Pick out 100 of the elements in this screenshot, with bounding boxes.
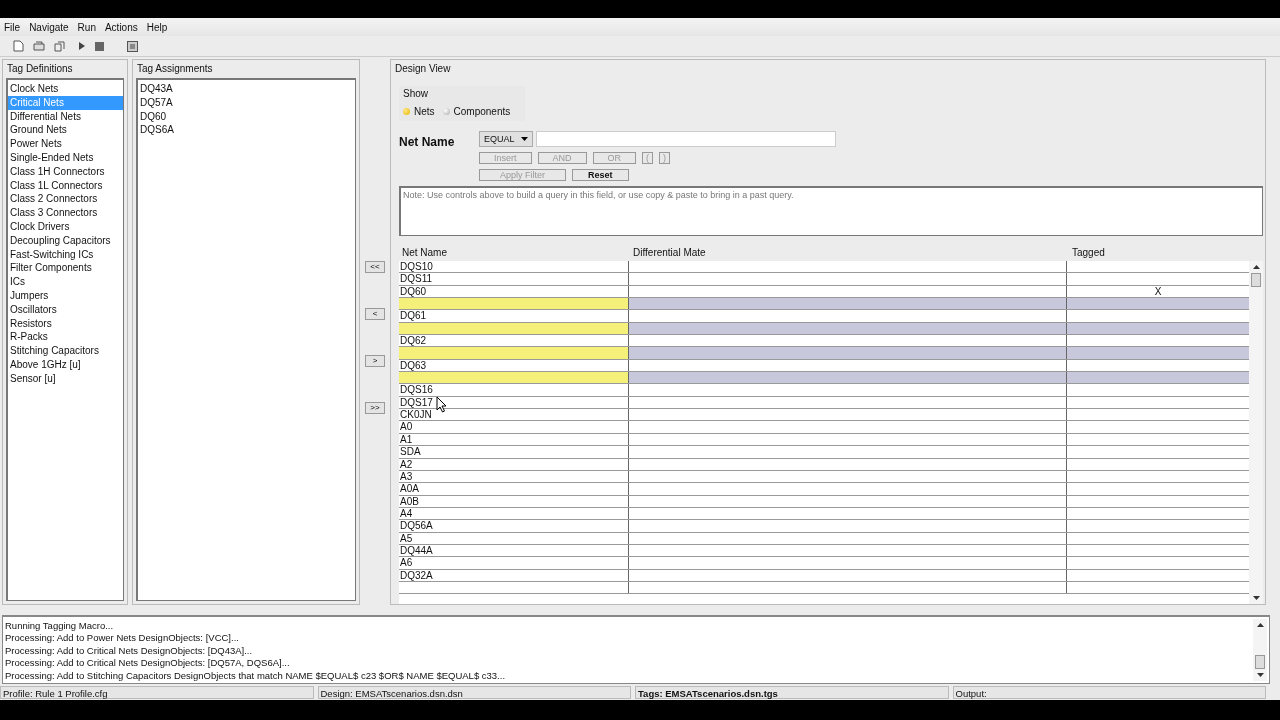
status-field: Design: EMSATscenarios.dsn.dsn: [317, 685, 631, 699]
scroll-down-icon[interactable]: [1256, 673, 1264, 677]
list-item[interactable]: R-Packs: [8, 330, 123, 345]
filter-button[interactable]: Reset: [572, 169, 629, 181]
list-item[interactable]: Power Nets: [8, 137, 123, 151]
panel-icon[interactable]: [127, 40, 138, 52]
column-header[interactable]: Net Name: [399, 247, 630, 258]
list-item[interactable]: Sensor [u]: [8, 371, 123, 386]
table-row[interactable]: DQ56A: [399, 520, 1249, 533]
table-cell: A0A: [400, 483, 419, 495]
table-row[interactable]: [399, 347, 1249, 360]
column-header[interactable]: Tagged: [1069, 247, 1246, 258]
table-row[interactable]: A6: [399, 557, 1249, 570]
stop-icon[interactable]: [95, 41, 104, 51]
table-cell: A6: [400, 557, 413, 569]
copy-icon[interactable]: [54, 40, 65, 52]
scroll-up-icon[interactable]: [1252, 265, 1260, 269]
operator-dropdown[interactable]: EQUAL: [479, 131, 533, 147]
table-row[interactable]: CK0JN: [399, 409, 1249, 422]
table-row[interactable]: DQS10: [399, 261, 1249, 274]
menu-item[interactable]: Actions: [104, 21, 138, 33]
column-header[interactable]: Differential Mate: [630, 247, 1069, 258]
table-row[interactable]: [399, 298, 1249, 311]
panel-title: Design View: [394, 62, 452, 76]
new-file-icon[interactable]: [13, 40, 24, 52]
list-item[interactable]: Clock Drivers: [8, 219, 123, 234]
table-cell: DQ44A: [400, 544, 433, 556]
status-field: Tags: EMSATscenarios.dsn.tgs: [635, 685, 949, 699]
table-row[interactable]: A0A: [399, 483, 1249, 496]
table-row[interactable]: A0: [399, 421, 1249, 434]
list-item[interactable]: Stitching Capacitors: [8, 344, 123, 358]
move-button[interactable]: >>: [365, 402, 385, 414]
table-cell: A0B: [400, 495, 419, 507]
log-line: Processing: Add to Stitching Capacitors DesignObjects that match NAME $EQUAL$ c23 $OR$ NAME $EQUAL$ c33...: [5, 669, 507, 682]
radio-button[interactable]: Nets: [403, 106, 435, 117]
list-item[interactable]: Ground Nets: [8, 123, 123, 138]
list-item[interactable]: Class 1L Connectors: [8, 178, 123, 193]
table-cell: DQS16: [400, 384, 433, 396]
log-line: Running Tagging Macro...: [5, 620, 115, 633]
list-item[interactable]: Class 3 Connectors: [8, 206, 123, 220]
list-item[interactable]: Above 1GHz [u]: [8, 357, 123, 372]
radio-button[interactable]: Components: [442, 106, 511, 117]
list-item[interactable]: DQ57A: [138, 95, 355, 110]
scroll-down-icon[interactable]: [1252, 596, 1260, 600]
move-button[interactable]: >: [365, 355, 385, 367]
list-item[interactable]: Clock Nets: [8, 82, 123, 96]
caret-icon: [520, 137, 528, 141]
table-cell: SDA: [400, 446, 421, 458]
table-cell: A4: [400, 507, 413, 519]
menu-item[interactable]: Navigate: [29, 21, 69, 33]
move-button[interactable]: <<: [365, 261, 385, 273]
status-field: Output:: [952, 685, 1266, 699]
table-cell: A1: [400, 433, 413, 445]
table-cell: DQ63: [400, 359, 427, 371]
list-item[interactable]: DQ43A: [138, 82, 355, 96]
list-item[interactable]: Oscillators: [8, 302, 123, 317]
menu-item[interactable]: Run: [77, 21, 96, 33]
scrollbar[interactable]: [1249, 261, 1263, 604]
field-label: Net Name: [399, 134, 456, 151]
table-cell: A3: [400, 470, 413, 482]
scroll-up-icon[interactable]: [1256, 623, 1264, 627]
list-item[interactable]: Jumpers: [8, 288, 123, 303]
table-row[interactable]: SDA: [399, 446, 1249, 459]
table-cell: A5: [400, 532, 413, 544]
table-row[interactable]: [399, 372, 1249, 385]
table-row[interactable]: DQS16: [399, 384, 1249, 397]
scroll-thumb[interactable]: [1255, 655, 1265, 669]
table-cell: DQ62: [400, 335, 427, 347]
menu-item[interactable]: Help: [146, 21, 168, 33]
table-row[interactable]: DQS11: [399, 273, 1249, 286]
table-cell: A0: [400, 421, 413, 433]
list-item[interactable]: DQ60: [138, 109, 355, 124]
move-button[interactable]: <: [365, 308, 385, 320]
table-row[interactable]: DQ61: [399, 310, 1249, 323]
net-name-field[interactable]: [535, 131, 836, 147]
list-item[interactable]: Fast-Switching ICs: [8, 247, 123, 262]
panel-title: Tag Assignments: [136, 62, 214, 76]
panel-title: Tag Definitions: [6, 62, 74, 76]
list-item[interactable]: Differential Nets: [8, 109, 123, 124]
table-cell: DQ61: [400, 310, 427, 322]
play-icon[interactable]: [78, 41, 86, 51]
tray-icon[interactable]: [33, 41, 45, 51]
list-item[interactable]: Resistors: [8, 316, 123, 331]
query-field[interactable]: Note: Use controls above to build a query in this field, or use copy & paste to bring in a past query.: [399, 186, 1263, 236]
status-field: Profile: Rule 1 Profile.cfg: [0, 685, 314, 699]
list-item[interactable]: Filter Components: [8, 261, 123, 276]
menu-item[interactable]: File: [4, 21, 21, 33]
list-item[interactable]: DQS6A: [138, 123, 355, 138]
list-item[interactable]: ICs: [8, 275, 123, 289]
list-item[interactable]: Class 1H Connectors: [8, 164, 123, 179]
list-item[interactable]: Single-Ended Nets: [8, 151, 123, 165]
scrollbar[interactable]: [1253, 619, 1267, 681]
log-line: Processing: Add to Power Nets DesignObjects: [VCC]...: [5, 632, 240, 645]
scroll-thumb[interactable]: [1251, 273, 1261, 287]
table-cell: CK0JN: [400, 409, 432, 421]
list-item[interactable]: Class 2 Connectors: [8, 192, 123, 207]
list-item[interactable]: Decoupling Capacitors: [8, 233, 123, 248]
table-cell: DQ56A: [400, 520, 433, 532]
log-line: Processing: Add to Critical Nets DesignObjects: [DQ57A, DQS6A]...: [5, 657, 291, 670]
table-row[interactable]: DQ62: [399, 335, 1249, 348]
